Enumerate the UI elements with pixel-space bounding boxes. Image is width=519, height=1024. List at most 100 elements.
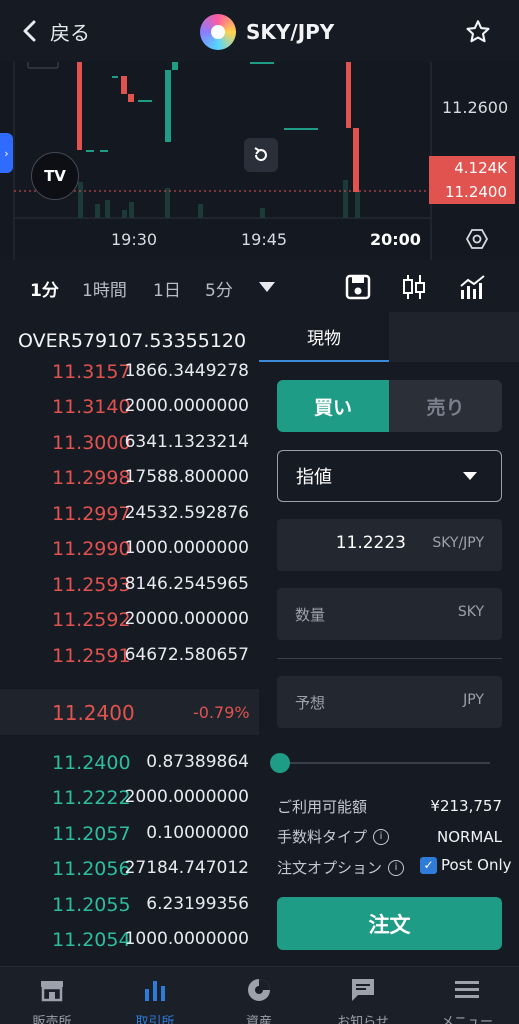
ask-price: 11.3157 (52, 361, 131, 383)
pair-label: SKY/JPY (246, 20, 335, 44)
timeframe-dropdown-icon[interactable] (252, 272, 282, 302)
bid-row[interactable]: 11.2056 27184.747012 (0, 858, 259, 893)
bid-row[interactable]: 11.2400 0.87389864 (0, 752, 259, 787)
ask-amount: 2000.0000000 (124, 396, 249, 416)
price-value: 11.2223 (335, 533, 406, 553)
bid-price: 11.2056 (52, 858, 131, 880)
ask-row[interactable]: 11.2997 24532.592876 (0, 503, 259, 538)
nav-item-shop[interactable]: 販売所 (7, 975, 97, 1024)
bid-amount: 27184.747012 (124, 858, 249, 878)
ask-price: 11.2592 (52, 609, 131, 631)
rotate-icon (254, 147, 267, 162)
chart-settings-icon[interactable] (465, 227, 489, 251)
indicator-icon[interactable] (458, 272, 488, 302)
ask-price: 11.3140 (52, 396, 131, 418)
info-icon[interactable]: i (388, 859, 405, 876)
fee-value: NORMAL (436, 828, 502, 846)
nav-item-assets[interactable]: 資産 (214, 975, 304, 1024)
back-button[interactable]: 戻る (20, 14, 90, 48)
ask-price: 11.3000 (52, 432, 131, 454)
timeframe-1m[interactable]: 1分 (30, 276, 59, 301)
chart-side-tab[interactable]: › (0, 133, 13, 173)
slider-handle[interactable] (270, 753, 290, 773)
ask-price: 11.2997 (52, 503, 131, 525)
nav-item-exchange[interactable]: 取引所 (110, 975, 200, 1024)
option-label: 注文オプション (277, 859, 383, 877)
star-icon[interactable] (464, 18, 492, 46)
ask-price: 11.2990 (52, 538, 131, 560)
timeframe-5m[interactable]: 5分 (205, 276, 233, 301)
ask-row[interactable]: 11.2990 1000.0000000 (0, 538, 259, 573)
ask-row[interactable]: 11.2591 64672.580657 (0, 645, 259, 680)
bid-row[interactable]: 11.2055 6.23199356 (0, 894, 259, 929)
estimate-label: 予想 (295, 694, 326, 712)
nav-label: メニュー (440, 1015, 493, 1024)
checkbox-checked-icon[interactable]: ✓ (420, 856, 437, 874)
nav-label: お知らせ (337, 1015, 389, 1024)
bid-amount: 1000.0000000 (124, 929, 249, 949)
ask-amount: 1000.0000000 (124, 538, 249, 558)
menu-icon (455, 981, 479, 998)
nav-item-notifications[interactable]: お知らせ (318, 975, 408, 1024)
chevron-left-icon (23, 20, 36, 42)
fee-label-row: 手数料タイプ i (277, 826, 390, 847)
save-icon[interactable] (343, 272, 373, 302)
quantity-unit: SKY (457, 604, 484, 620)
info-icon[interactable]: i (373, 828, 390, 845)
available-value: ¥213,757 (430, 797, 502, 815)
nav-item-menu[interactable]: メニュー (422, 975, 512, 1024)
nav-label: 資産 (245, 1015, 272, 1024)
chevron-right-icon: › (4, 146, 9, 160)
tab-empty (389, 312, 519, 362)
ask-row[interactable]: 11.2998 17588.800000 (0, 467, 259, 502)
ask-row[interactable]: 11.3000 6341.1323214 (0, 432, 259, 467)
post-only-label: Post Only (441, 856, 512, 874)
order-type-select[interactable]: 指値 (277, 450, 502, 502)
quantity-field[interactable]: 数量 SKY (277, 588, 502, 640)
time-label: 20:00 (370, 230, 421, 249)
option-label-row: 注文オプション i (277, 857, 405, 878)
tradingview-logo-icon[interactable]: TV (31, 152, 79, 200)
time-label: 19:45 (241, 230, 288, 249)
chevron-down-icon (463, 472, 477, 480)
ask-amount: 24532.592876 (124, 503, 249, 523)
bid-row[interactable]: 11.2054 1000.0000000 (0, 929, 259, 964)
pie-chart-icon (248, 979, 270, 1001)
ask-row[interactable]: 11.2592 20000.000000 (0, 609, 259, 644)
available-label: ご利用可能額 (277, 798, 368, 816)
candle-type-icon[interactable] (399, 272, 429, 302)
submit-order-button[interactable]: 注文 (277, 897, 502, 950)
last-price[interactable]: 11.2400 (52, 701, 135, 725)
timeframe-1h[interactable]: 1時間 (82, 276, 127, 301)
buy-button[interactable]: 買い (277, 380, 389, 432)
post-only-checkbox[interactable]: ✓ Post Only (420, 856, 512, 874)
volume-tag: 4.124K (429, 156, 515, 180)
ask-amount: 6341.1323214 (124, 432, 249, 452)
bid-row[interactable]: 11.2222 2000.0000000 (0, 787, 259, 822)
ask-price: 11.2998 (52, 467, 131, 489)
sell-button[interactable]: 売り (389, 380, 502, 432)
price-field[interactable]: 11.2223 SKY/JPY (277, 519, 502, 571)
bid-amount: 2000.0000000 (124, 787, 249, 807)
estimate-unit: JPY (463, 692, 484, 708)
timeframe-1d[interactable]: 1日 (153, 276, 181, 301)
time-label: 19:30 (111, 230, 158, 249)
estimate-field[interactable]: 予想 JPY (277, 676, 502, 728)
bid-price: 11.2400 (52, 752, 131, 774)
bid-price: 11.2057 (52, 823, 131, 845)
ask-row[interactable]: 11.3140 2000.0000000 (0, 396, 259, 431)
amount-slider[interactable] (290, 762, 490, 764)
sky-coin-icon (200, 14, 236, 50)
bid-row[interactable]: 11.2057 0.10000000 (0, 823, 259, 858)
axis-price-label: 11.2600 (442, 98, 509, 117)
tab-spot[interactable]: 現物 (259, 312, 389, 362)
ask-row[interactable]: 11.3157 1866.3449278 (0, 361, 259, 396)
store-icon (41, 981, 63, 1002)
refresh-button[interactable] (244, 138, 278, 172)
pair-title[interactable]: SKY/JPY (200, 14, 334, 50)
bid-amount: 0.10000000 (146, 823, 249, 843)
ask-row[interactable]: 11.2593 8146.2545965 (0, 574, 259, 609)
bid-price: 11.2055 (52, 894, 131, 916)
ask-amount: 64672.580657 (124, 645, 249, 665)
available-label-row: ご利用可能額 (277, 796, 367, 817)
